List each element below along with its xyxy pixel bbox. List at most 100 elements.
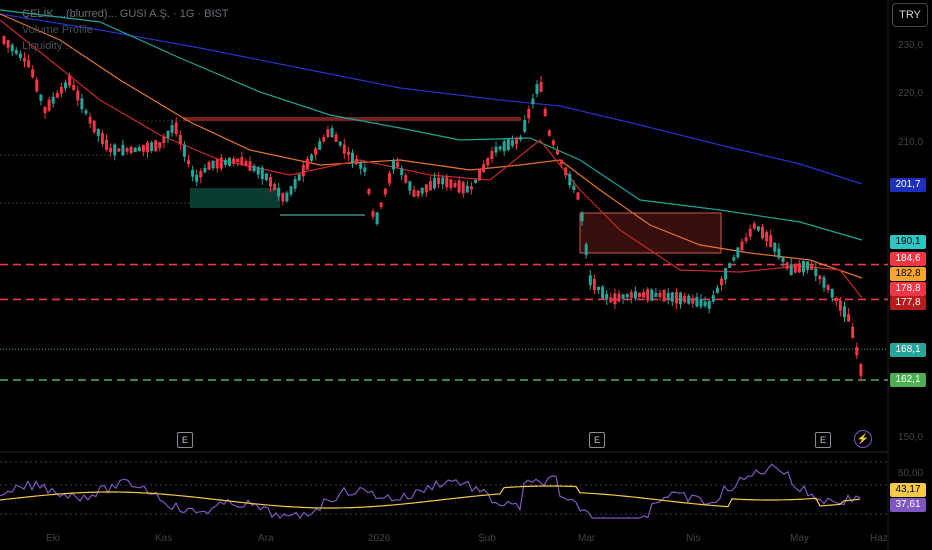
- earnings-marker-1[interactable]: E: [177, 432, 193, 448]
- candle-body-100: [412, 189, 416, 197]
- tag-182-8: 182,8: [890, 267, 926, 281]
- candle-body-62: [256, 167, 260, 175]
- candle-body-156: [642, 292, 646, 298]
- candle-body-67: [277, 187, 281, 197]
- candle-body-61: [252, 165, 256, 172]
- candle-body-164: [674, 292, 678, 304]
- candle-body-4: [18, 53, 22, 58]
- candle-body-148: [609, 297, 613, 303]
- candle-body-140: [576, 192, 580, 200]
- candle-body-205: [843, 306, 846, 318]
- candle-body-2: [10, 44, 14, 52]
- candle-body-191: [785, 262, 789, 269]
- earnings-marker-3[interactable]: E: [815, 432, 831, 448]
- indicator-label-2: Liquidity ...: [22, 40, 75, 52]
- candle-body-107: [441, 177, 445, 185]
- candle-body-132: [543, 109, 547, 116]
- candle-body-41: [170, 125, 174, 133]
- candle-body-160: [658, 292, 662, 298]
- candle-body-53: [219, 157, 223, 169]
- candle-body-12: [51, 96, 55, 104]
- candle-body-58: [240, 157, 244, 166]
- candle-body-79: [326, 129, 330, 137]
- candle-body-150: [617, 293, 621, 302]
- candle-body-157: [646, 289, 650, 301]
- demand-zone: [190, 188, 280, 208]
- candle-body-76: [314, 148, 318, 155]
- candle-body-83: [342, 144, 346, 154]
- candle-body-93: [383, 188, 387, 195]
- candle-body-6: [27, 60, 31, 68]
- candle-body-103: [424, 184, 428, 193]
- candle-body-81: [334, 134, 338, 142]
- candle-body-69: [285, 192, 289, 202]
- candle-body-3: [14, 49, 18, 54]
- candle-body-137: [564, 167, 568, 176]
- candle-body-8: [35, 79, 39, 92]
- candle-body-125: [515, 138, 518, 145]
- candle-body-87: [359, 162, 363, 169]
- candle-body-72: [297, 174, 301, 181]
- candle-body-174: [715, 287, 719, 293]
- candle-body-20: [84, 110, 88, 114]
- currency-button[interactable]: TRY: [892, 3, 928, 27]
- x-tick-haz: Haz: [870, 533, 888, 544]
- candle-body-114: [469, 186, 473, 190]
- candle-body-5: [23, 57, 26, 62]
- candle-body-131: [539, 81, 543, 92]
- candle-body-28: [117, 148, 121, 152]
- candle-body-43: [178, 134, 182, 145]
- candle-body-34: [141, 144, 145, 152]
- candle-body-24: [100, 133, 104, 145]
- candle-body-84: [346, 151, 350, 155]
- candle-body-1: [6, 40, 10, 48]
- rsi-line: [0, 463, 861, 520]
- candle-body-143: [588, 275, 592, 286]
- candle-body-109: [449, 179, 453, 188]
- tag-162-1: 162,1: [890, 373, 926, 387]
- x-tick-eki: Eki: [46, 533, 60, 544]
- candle-body-105: [433, 178, 436, 189]
- candle-body-141: [580, 212, 584, 222]
- candle-body-127: [523, 119, 527, 132]
- candle-body-136: [560, 159, 564, 165]
- price-chart[interactable]: [0, 0, 932, 550]
- candle-body-149: [613, 293, 617, 305]
- candle-body-11: [47, 99, 51, 111]
- candle-body-70: [289, 186, 293, 195]
- candle-body-77: [318, 141, 322, 150]
- flash-icon[interactable]: ⚡: [854, 430, 872, 448]
- earnings-marker-2[interactable]: E: [589, 432, 605, 448]
- candle-body-166: [683, 296, 687, 303]
- candle-body-121: [498, 146, 502, 150]
- tag-168-1: 168,1: [890, 343, 926, 357]
- x-tick-mar: Mar: [578, 533, 596, 544]
- candle-body-40: [166, 130, 170, 138]
- candle-body-199: [818, 275, 822, 280]
- candle-body-130: [535, 84, 539, 94]
- candle-body-184: [756, 226, 760, 231]
- candle-body-208: [855, 347, 859, 356]
- candle-body-51: [211, 160, 215, 169]
- candle-body-54: [223, 160, 227, 165]
- candle-body-108: [445, 177, 449, 188]
- candle-body-163: [670, 292, 674, 302]
- tag-178-8: 178,8: [890, 282, 926, 296]
- candle-body-21: [88, 116, 92, 124]
- x-tick-may: May: [790, 533, 809, 544]
- candle-body-22: [92, 120, 96, 133]
- candle-body-188: [773, 242, 777, 252]
- candle-body-195: [802, 260, 805, 273]
- candle-body-56: [232, 158, 236, 164]
- x-tick-2026: 2026: [368, 533, 391, 544]
- candle-body-182: [748, 228, 752, 237]
- candle-body-7: [31, 69, 35, 78]
- tag-201-7: 201,7: [890, 178, 926, 192]
- candle-body-122: [502, 141, 506, 152]
- candle-body-35: [146, 142, 149, 153]
- candle-body-117: [482, 164, 486, 173]
- x-tick-ara: Ara: [258, 533, 274, 544]
- candle-body-155: [638, 292, 641, 298]
- candle-body-171: [703, 301, 707, 307]
- candle-body-206: [847, 314, 851, 322]
